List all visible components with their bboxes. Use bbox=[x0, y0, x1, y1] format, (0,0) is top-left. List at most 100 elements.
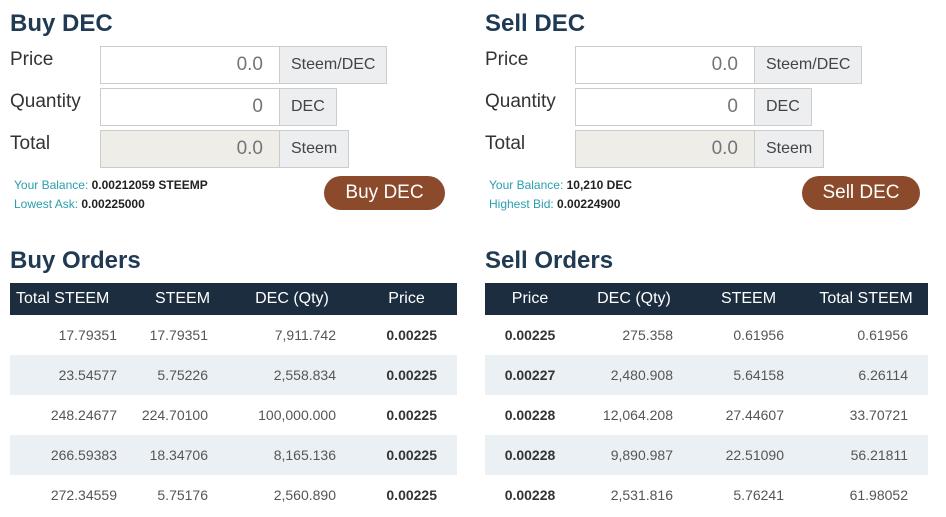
order-cell: 0.00225 bbox=[356, 435, 457, 475]
order-row[interactable]: 17.79351 17.79351 7,911.742 0.00225 bbox=[10, 315, 457, 355]
buy-quantity-unit: DEC bbox=[279, 88, 337, 126]
order-cell: 0.00227 bbox=[485, 355, 575, 395]
order-cell: 248.24677 bbox=[50, 407, 117, 423]
order-cell: 5.64158 bbox=[693, 355, 804, 395]
sell-orders-title: Sell Orders bbox=[485, 247, 614, 274]
buy-panel: Buy DEC Price Steem/DEC Quantity DEC Tot… bbox=[10, 0, 457, 517]
order-cell: 275.358 bbox=[622, 327, 673, 343]
order-row[interactable]: 0.00228 12,064.208 27.44607 33.70721 bbox=[485, 395, 928, 435]
sell-price-unit: Steem/DEC bbox=[754, 46, 863, 84]
order-cell: 17.79351 bbox=[149, 327, 208, 343]
order-cell: 7,911.742 bbox=[274, 327, 336, 343]
order-cell: 0.00228 bbox=[485, 435, 575, 475]
sell-orders-header: Price DEC (Qty) STEEM Total STEEM bbox=[485, 283, 928, 315]
buy-balance-value: 0.00212059 STEEMP bbox=[91, 178, 208, 192]
buy-orders-table: Total STEEM STEEM DEC (Qty) Price 17.79351 1… bbox=[10, 283, 457, 515]
order-cell: 0.00225 bbox=[386, 487, 437, 503]
order-cell: 0.00228 bbox=[504, 487, 556, 503]
order-cell: 0.61956 bbox=[733, 327, 784, 343]
order-cell: 2,531.816 bbox=[610, 487, 673, 503]
column-header[interactable]: DEC (Qty) bbox=[228, 283, 356, 315]
order-cell: 100,000.000 bbox=[258, 407, 336, 423]
highest-bid-label[interactable]: Highest Bid: bbox=[489, 197, 554, 211]
sell-quantity-input[interactable] bbox=[575, 88, 755, 126]
order-cell: 5.76241 bbox=[733, 487, 784, 503]
highest-bid-value: 0.00224900 bbox=[557, 197, 621, 211]
sell-total-unit: Steem bbox=[754, 130, 825, 168]
order-cell: 0.00225 bbox=[504, 327, 556, 343]
sell-orders-table: Price DEC (Qty) STEEM Total STEEM 0.00225 27… bbox=[485, 283, 928, 515]
buy-balance: Your Balance: 0.00212059 STEEMP bbox=[14, 178, 208, 192]
highest-bid: Highest Bid: 0.00224900 bbox=[489, 197, 620, 211]
order-cell: 224.70100 bbox=[141, 407, 208, 423]
order-cell: 0.61956 bbox=[857, 327, 908, 343]
order-cell: 56.21811 bbox=[804, 435, 928, 475]
buy-balance-label: Your Balance: bbox=[14, 178, 89, 192]
order-cell: 5.75226 bbox=[137, 355, 228, 395]
sell-title: Sell DEC bbox=[485, 10, 586, 37]
buy-orders-title: Buy Orders bbox=[10, 247, 141, 274]
order-cell: 8,165.136 bbox=[228, 435, 356, 475]
sell-total-field bbox=[575, 130, 755, 168]
sell-balance-label: Your Balance: bbox=[489, 178, 564, 192]
lowest-ask: Lowest Ask: 0.00225000 bbox=[14, 197, 145, 211]
order-row[interactable]: 248.24677 224.70100 100,000.000 0.00225 bbox=[10, 395, 457, 435]
sell-price-input[interactable] bbox=[575, 46, 755, 84]
order-row[interactable]: 23.54577 5.75226 2,558.834 0.00225 bbox=[10, 355, 457, 395]
buy-total-field bbox=[100, 130, 280, 168]
order-cell: 9,890.987 bbox=[575, 435, 693, 475]
buy-quantity-label: Quantity bbox=[10, 91, 81, 112]
buy-dec-button[interactable]: Buy DEC bbox=[324, 176, 445, 210]
order-cell: 17.79351 bbox=[58, 327, 117, 343]
order-row[interactable]: 0.00227 2,480.908 5.64158 6.26114 bbox=[485, 355, 928, 395]
order-cell: 0.00225 bbox=[386, 407, 437, 423]
buy-price-label: Price bbox=[10, 49, 54, 70]
buy-price-unit: Steem/DEC bbox=[279, 46, 388, 84]
order-cell: 2,480.908 bbox=[575, 355, 693, 395]
column-header[interactable]: Total STEEM bbox=[804, 283, 928, 315]
lowest-ask-label[interactable]: Lowest Ask: bbox=[14, 197, 78, 211]
sell-quantity-unit: DEC bbox=[754, 88, 812, 126]
sell-price-label: Price bbox=[485, 49, 529, 70]
order-cell: 0.00225 bbox=[386, 327, 437, 343]
order-cell: 33.70721 bbox=[849, 407, 908, 423]
buy-orders-header: Total STEEM STEEM DEC (Qty) Price bbox=[10, 283, 457, 315]
sell-total-label: Total bbox=[485, 133, 526, 154]
order-cell: 23.54577 bbox=[10, 355, 137, 395]
order-cell: 0.00225 bbox=[356, 355, 457, 395]
order-row[interactable]: 0.00228 2,531.816 5.76241 61.98052 bbox=[485, 475, 928, 515]
column-header[interactable]: Price bbox=[485, 283, 575, 315]
buy-total-unit: Steem bbox=[279, 130, 350, 168]
order-row[interactable]: 0.00225 275.358 0.61956 0.61956 bbox=[485, 315, 928, 355]
buy-quantity-input[interactable] bbox=[100, 88, 280, 126]
order-cell: 27.44607 bbox=[725, 407, 784, 423]
sell-balance-value: 10,210 DEC bbox=[566, 178, 632, 192]
sell-balance: Your Balance: 10,210 DEC bbox=[489, 178, 632, 192]
sell-dec-button[interactable]: Sell DEC bbox=[802, 176, 920, 210]
order-cell: 2,558.834 bbox=[228, 355, 356, 395]
column-header[interactable]: STEEM bbox=[137, 283, 228, 315]
order-cell: 18.34706 bbox=[137, 435, 228, 475]
column-header[interactable]: DEC (Qty) bbox=[575, 283, 693, 315]
order-cell: 12,064.208 bbox=[602, 407, 673, 423]
lowest-ask-value: 0.00225000 bbox=[81, 197, 145, 211]
order-row[interactable]: 266.59383 18.34706 8,165.136 0.00225 bbox=[10, 435, 457, 475]
sell-panel: Sell DEC Price Steem/DEC Quantity DEC To… bbox=[485, 0, 932, 517]
order-cell: 5.75176 bbox=[157, 487, 208, 503]
order-cell: 6.26114 bbox=[804, 355, 928, 395]
order-cell: 2,560.890 bbox=[273, 487, 336, 503]
column-header[interactable]: Total STEEM bbox=[10, 283, 137, 315]
buy-title: Buy DEC bbox=[10, 10, 113, 37]
column-header[interactable]: STEEM bbox=[693, 283, 804, 315]
order-cell: 266.59383 bbox=[10, 435, 137, 475]
buy-total-label: Total bbox=[10, 133, 51, 154]
order-cell: 61.98052 bbox=[849, 487, 908, 503]
order-cell: 0.00228 bbox=[504, 407, 556, 423]
sell-quantity-label: Quantity bbox=[485, 91, 556, 112]
order-cell: 22.51090 bbox=[693, 435, 804, 475]
buy-price-input[interactable] bbox=[100, 46, 280, 84]
order-cell: 272.34559 bbox=[50, 487, 117, 503]
order-row[interactable]: 272.34559 5.75176 2,560.890 0.00225 bbox=[10, 475, 457, 515]
order-row[interactable]: 0.00228 9,890.987 22.51090 56.21811 bbox=[485, 435, 928, 475]
column-header[interactable]: Price bbox=[356, 283, 457, 315]
